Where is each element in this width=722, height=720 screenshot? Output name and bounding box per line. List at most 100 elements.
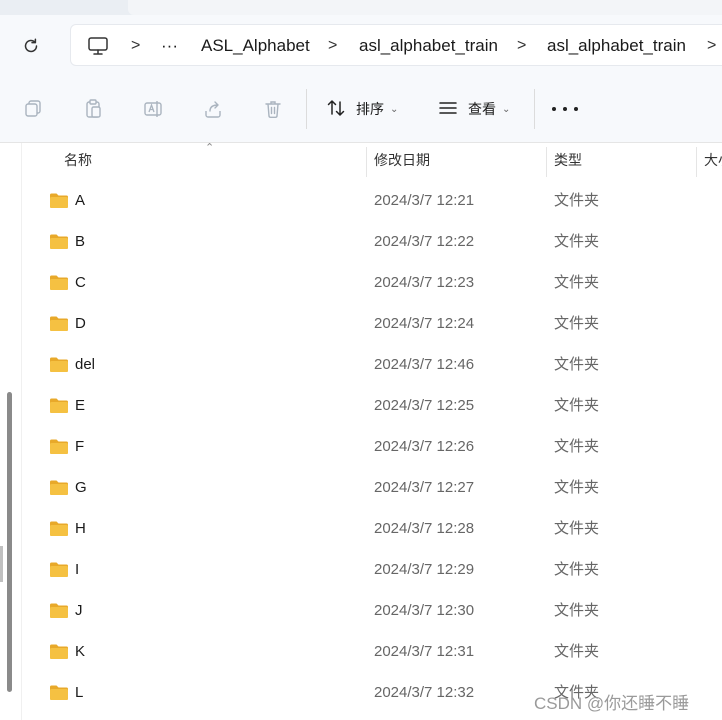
file-date: 2024/3/7 12:24 bbox=[374, 315, 475, 332]
column-divider[interactable] bbox=[546, 147, 547, 177]
file-type: 文件夹 bbox=[554, 356, 600, 373]
folder-icon bbox=[50, 521, 68, 536]
tab-strip bbox=[0, 0, 722, 15]
file-row[interactable]: I 2024/3/7 12:29 文件夹 bbox=[22, 549, 722, 590]
file-name[interactable]: B bbox=[75, 221, 85, 262]
column-header-name[interactable]: 名称 bbox=[64, 143, 364, 177]
file-name[interactable]: E bbox=[75, 385, 85, 426]
file-row[interactable]: C 2024/3/7 12:23 文件夹 bbox=[22, 262, 722, 303]
file-row[interactable]: B 2024/3/7 12:22 文件夹 bbox=[22, 221, 722, 262]
folder-icon bbox=[50, 685, 68, 700]
folder-icon bbox=[50, 398, 68, 413]
chevron-down-icon: ⌄ bbox=[502, 103, 511, 115]
file-name[interactable]: C bbox=[75, 262, 86, 303]
watermark: CSDN @你还睡不睡 bbox=[534, 694, 690, 713]
rename-icon[interactable] bbox=[141, 97, 165, 121]
file-name[interactable]: D bbox=[75, 303, 86, 344]
file-name[interactable]: A bbox=[75, 180, 85, 221]
file-type: 文件夹 bbox=[554, 192, 600, 209]
file-type: 文件夹 bbox=[554, 397, 600, 414]
file-date: 2024/3/7 12:21 bbox=[374, 192, 475, 209]
sort-label: 排序 bbox=[356, 101, 384, 117]
folder-icon bbox=[50, 603, 68, 618]
chevron-down-icon: ⌄ bbox=[390, 103, 399, 115]
paste-icon[interactable] bbox=[81, 97, 105, 121]
toolbar-divider bbox=[306, 89, 307, 129]
sort-button[interactable]: 排序 ⌄ bbox=[326, 92, 398, 126]
column-divider[interactable] bbox=[696, 147, 697, 177]
navigation-scrollbar[interactable] bbox=[7, 392, 12, 692]
breadcrumb[interactable]: > ··· ASL_Alphabet > asl_alphabet_train … bbox=[70, 24, 722, 66]
view-button[interactable]: 查看 ⌄ bbox=[438, 92, 510, 126]
column-header-date[interactable]: 修改日期 bbox=[374, 143, 544, 177]
breadcrumb-separator: > bbox=[517, 37, 527, 54]
file-name[interactable]: J bbox=[75, 590, 83, 631]
folder-icon bbox=[50, 562, 68, 577]
file-type: 文件夹 bbox=[554, 602, 600, 619]
file-date: 2024/3/7 12:22 bbox=[374, 233, 475, 250]
column-header-size[interactable]: 大小 bbox=[704, 143, 722, 177]
column-header: ⌃ 名称 修改日期 类型 大小 bbox=[22, 142, 722, 177]
address-bar: > ··· ASL_Alphabet > asl_alphabet_train … bbox=[0, 15, 722, 75]
file-name[interactable]: H bbox=[75, 508, 86, 549]
file-date: 2024/3/7 12:46 bbox=[374, 356, 475, 373]
file-type: 文件夹 bbox=[554, 438, 600, 455]
file-name[interactable]: K bbox=[75, 631, 85, 672]
file-row[interactable]: del 2024/3/7 12:46 文件夹 bbox=[22, 344, 722, 385]
sort-icon bbox=[326, 98, 346, 121]
breadcrumb-item-asl-alphabet[interactable]: ASL_Alphabet bbox=[201, 25, 310, 67]
breadcrumb-item-asl-alphabet-train-current[interactable]: asl_alphabet_train bbox=[547, 25, 686, 67]
file-row[interactable]: D 2024/3/7 12:24 文件夹 bbox=[22, 303, 722, 344]
breadcrumb-separator: > bbox=[707, 37, 717, 54]
breadcrumb-item-asl-alphabet-train[interactable]: asl_alphabet_train bbox=[359, 25, 498, 67]
file-type: 文件夹 bbox=[554, 520, 600, 537]
file-date: 2024/3/7 12:25 bbox=[374, 397, 475, 414]
file-type: 文件夹 bbox=[554, 643, 600, 660]
command-bar: 排序 ⌄ 查看 ⌄ bbox=[0, 75, 722, 143]
file-type: 文件夹 bbox=[554, 315, 600, 332]
view-list-icon bbox=[438, 98, 458, 121]
file-date: 2024/3/7 12:28 bbox=[374, 520, 475, 537]
pane-resize-handle[interactable] bbox=[0, 546, 3, 582]
breadcrumb-overflow-button[interactable]: ··· bbox=[161, 25, 178, 67]
file-date: 2024/3/7 12:26 bbox=[374, 438, 475, 455]
this-pc-icon[interactable] bbox=[87, 25, 109, 67]
share-icon[interactable] bbox=[201, 97, 225, 121]
toolbar-divider bbox=[534, 89, 535, 129]
column-divider[interactable] bbox=[366, 147, 367, 177]
folder-icon bbox=[50, 275, 68, 290]
folder-icon bbox=[50, 193, 68, 208]
view-label: 查看 bbox=[468, 101, 496, 117]
file-type: 文件夹 bbox=[554, 479, 600, 496]
delete-icon[interactable] bbox=[261, 97, 285, 121]
folder-icon bbox=[50, 480, 68, 495]
folder-icon bbox=[50, 234, 68, 249]
file-date: 2024/3/7 12:30 bbox=[374, 602, 475, 619]
folder-icon bbox=[50, 644, 68, 659]
refresh-icon[interactable] bbox=[18, 33, 44, 59]
file-name[interactable]: del bbox=[75, 344, 95, 385]
file-name[interactable]: L bbox=[75, 672, 83, 713]
file-row[interactable]: J 2024/3/7 12:30 文件夹 bbox=[22, 590, 722, 631]
folder-icon bbox=[50, 357, 68, 372]
file-date: 2024/3/7 12:27 bbox=[374, 479, 475, 496]
file-row[interactable]: E 2024/3/7 12:25 文件夹 bbox=[22, 385, 722, 426]
copy-icon[interactable] bbox=[21, 97, 45, 121]
file-row[interactable]: G 2024/3/7 12:27 文件夹 bbox=[22, 467, 722, 508]
file-name[interactable]: I bbox=[75, 549, 79, 590]
file-name[interactable]: G bbox=[75, 467, 87, 508]
folder-icon bbox=[50, 316, 68, 331]
file-row[interactable]: K 2024/3/7 12:31 文件夹 bbox=[22, 631, 722, 672]
breadcrumb-separator: > bbox=[131, 37, 141, 54]
file-row[interactable]: F 2024/3/7 12:26 文件夹 bbox=[22, 426, 722, 467]
more-options-icon[interactable] bbox=[552, 99, 578, 119]
column-header-type[interactable]: 类型 bbox=[554, 143, 694, 177]
file-date: 2024/3/7 12:31 bbox=[374, 643, 475, 660]
file-type: 文件夹 bbox=[554, 561, 600, 578]
file-date: 2024/3/7 12:32 bbox=[374, 684, 475, 701]
file-name[interactable]: F bbox=[75, 426, 84, 467]
file-row[interactable]: H 2024/3/7 12:28 文件夹 bbox=[22, 508, 722, 549]
active-tab[interactable] bbox=[128, 0, 722, 15]
file-date: 2024/3/7 12:23 bbox=[374, 274, 475, 291]
file-row[interactable]: A 2024/3/7 12:21 文件夹 bbox=[22, 180, 722, 221]
